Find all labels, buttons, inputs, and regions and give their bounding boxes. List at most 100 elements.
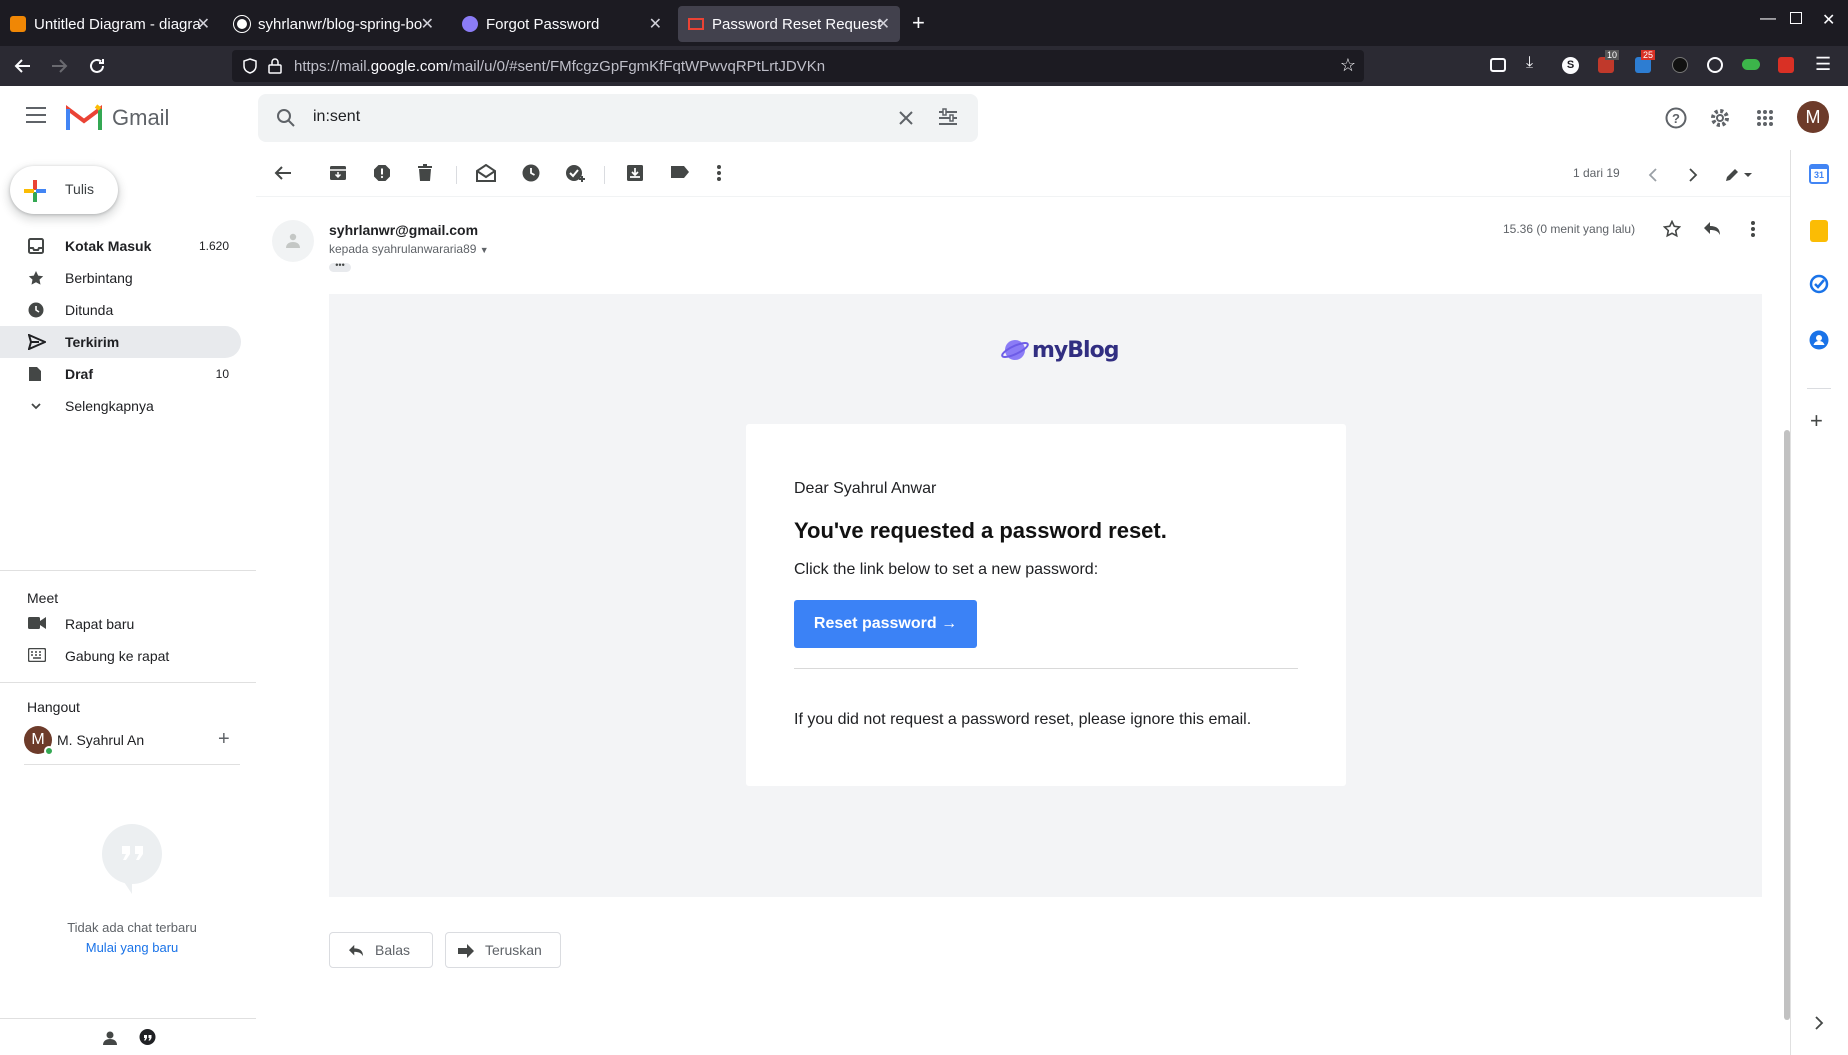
contacts-app-icon[interactable] — [1809, 330, 1829, 350]
calendar-app-icon[interactable]: 31 — [1809, 164, 1829, 184]
close-tab-icon[interactable]: ✕ — [649, 14, 662, 34]
drawio-favicon-icon — [10, 16, 26, 32]
extension-s-icon[interactable]: S — [1562, 57, 1579, 74]
star-email-icon[interactable] — [1663, 220, 1681, 238]
clear-search-icon[interactable] — [898, 110, 914, 126]
maximize-window-button[interactable] — [1790, 12, 1802, 24]
close-window-button[interactable]: ✕ — [1822, 10, 1835, 30]
gmail-logo-icon[interactable] — [66, 103, 102, 131]
forward-button[interactable]: Teruskan — [445, 932, 561, 968]
email-headline: You've requested a password reset. — [794, 518, 1167, 543]
forward-arrow-icon[interactable] — [50, 57, 68, 75]
keep-app-icon[interactable] — [1810, 220, 1828, 242]
delete-trash-icon[interactable] — [417, 164, 433, 182]
email-greeting: Dear Syahrul Anwar — [794, 480, 937, 497]
move-to-icon[interactable] — [626, 164, 644, 182]
close-tab-icon[interactable]: ✕ — [421, 14, 434, 34]
report-spam-icon[interactable] — [373, 164, 391, 182]
tasks-app-icon[interactable] — [1809, 274, 1829, 294]
bookmark-star-icon[interactable]: ☆ — [1340, 55, 1356, 76]
meet-new-meeting[interactable]: Rapat baru — [0, 608, 241, 640]
recipient-details-caret-icon[interactable]: ▼ — [480, 245, 489, 255]
email-recipient[interactable]: kepada syahrulanwararia89 ▼ — [329, 242, 489, 256]
browser-menu-icon[interactable]: ☰ — [1815, 54, 1831, 75]
sender-avatar[interactable] — [272, 220, 314, 262]
reload-icon[interactable] — [88, 57, 106, 75]
url-text[interactable]: https://mail.google.com/mail/u/0/#sent/F… — [294, 58, 825, 75]
divider — [256, 196, 1790, 197]
input-tools-pencil-icon[interactable] — [1724, 167, 1754, 183]
get-addons-plus-icon[interactable]: + — [1810, 408, 1823, 434]
email-sender[interactable]: syhrlanwr@gmail.com — [329, 222, 478, 238]
search-icon[interactable] — [276, 108, 296, 128]
new-tab-button[interactable]: + — [912, 10, 925, 36]
browser-tab[interactable]: syhrlanwr/blog-spring-bo ✕ — [224, 6, 444, 42]
extension-toggle-icon[interactable] — [1742, 59, 1760, 70]
extension-cookie-icon[interactable] — [1707, 57, 1723, 73]
url-bar[interactable]: https://mail.google.com/mail/u/0/#sent/F… — [232, 50, 1364, 82]
extension-dark-icon[interactable] — [1672, 57, 1688, 73]
compose-button[interactable]: Tulis — [10, 166, 118, 214]
reset-password-button[interactable]: Reset password → — [794, 600, 977, 648]
hangout-user-name[interactable]: M. Syahrul An — [57, 732, 144, 748]
account-avatar[interactable]: M — [1797, 101, 1829, 133]
help-icon[interactable]: ? — [1665, 107, 1687, 129]
divider — [0, 1018, 256, 1019]
reply-button[interactable]: Balas — [329, 932, 433, 968]
clock-icon — [28, 302, 44, 318]
sidebar-item-label: Draf — [65, 366, 94, 382]
sidebar-item-inbox[interactable]: Kotak Masuk 1.620 — [0, 230, 241, 262]
mark-unread-icon[interactable] — [476, 164, 496, 182]
sidebar-item-more[interactable]: Selengkapnya — [0, 390, 241, 422]
hangouts-chat-icon[interactable] — [139, 1029, 156, 1046]
add-to-tasks-icon[interactable] — [565, 164, 585, 182]
github-favicon-icon — [233, 15, 251, 33]
search-input[interactable]: in:sent — [313, 108, 360, 126]
person-placeholder-icon — [286, 233, 300, 248]
sidebar-item-label: Ditunda — [65, 302, 114, 318]
newer-chevron-icon[interactable] — [1648, 168, 1658, 182]
reply-label: Balas — [375, 942, 411, 958]
sidebar-item-snoozed[interactable]: Ditunda — [0, 294, 241, 326]
contacts-person-icon[interactable] — [102, 1030, 118, 1046]
video-camera-icon — [28, 617, 46, 629]
lock-icon[interactable] — [268, 58, 282, 74]
apps-grid-icon[interactable] — [1756, 109, 1774, 127]
close-tab-icon[interactable]: ✕ — [877, 14, 890, 34]
browser-tab[interactable]: Untitled Diagram - diagra ✕ — [0, 6, 220, 42]
extension-pdf-icon[interactable] — [1778, 57, 1794, 73]
toolbar-divider — [456, 166, 457, 184]
close-tab-icon[interactable]: ✕ — [197, 14, 210, 34]
myblog-logo-icon[interactable] — [1001, 338, 1029, 362]
meet-join-meeting[interactable]: Gabung ke rapat — [0, 640, 241, 672]
archive-icon[interactable] — [329, 164, 347, 182]
back-arrow-icon[interactable] — [14, 57, 32, 75]
label-tag-icon[interactable] — [670, 164, 690, 180]
browser-tab[interactable]: Forgot Password ✕ — [452, 6, 672, 42]
start-new-chat-link[interactable]: Mulai yang baru — [0, 940, 264, 955]
show-side-panel-chevron-icon[interactable] — [1814, 1016, 1824, 1030]
show-trimmed-content-button[interactable]: ••• — [329, 261, 351, 272]
message-more-icon[interactable] — [1750, 220, 1756, 238]
hangout-section-title: Hangout — [27, 699, 80, 715]
main-menu-icon[interactable] — [26, 107, 46, 123]
add-hangout-icon[interactable]: + — [218, 728, 230, 751]
search-bar[interactable]: in:sent — [258, 94, 978, 142]
search-options-icon[interactable] — [938, 108, 958, 128]
settings-gear-icon[interactable] — [1709, 107, 1731, 129]
sidebar-item-sent[interactable]: Terkirim — [0, 326, 241, 358]
draft-icon — [29, 367, 41, 381]
reply-arrow-icon[interactable] — [1703, 221, 1721, 237]
minimize-window-button[interactable]: — — [1760, 10, 1776, 28]
older-chevron-icon[interactable] — [1688, 168, 1698, 182]
back-to-list-icon[interactable] — [274, 165, 292, 181]
shield-icon[interactable] — [242, 58, 258, 74]
pocket-icon[interactable] — [1490, 58, 1506, 72]
sidebar-item-starred[interactable]: Berbintang — [0, 262, 241, 294]
more-options-icon[interactable] — [716, 164, 722, 182]
sidebar-item-drafts[interactable]: Draf 10 — [0, 358, 241, 390]
snooze-clock-icon[interactable] — [522, 164, 540, 182]
downloads-icon[interactable]: ⤓ — [1526, 54, 1533, 72]
browser-tab-active[interactable]: Password Reset Request ✕ — [678, 6, 900, 42]
star-icon — [28, 271, 44, 285]
